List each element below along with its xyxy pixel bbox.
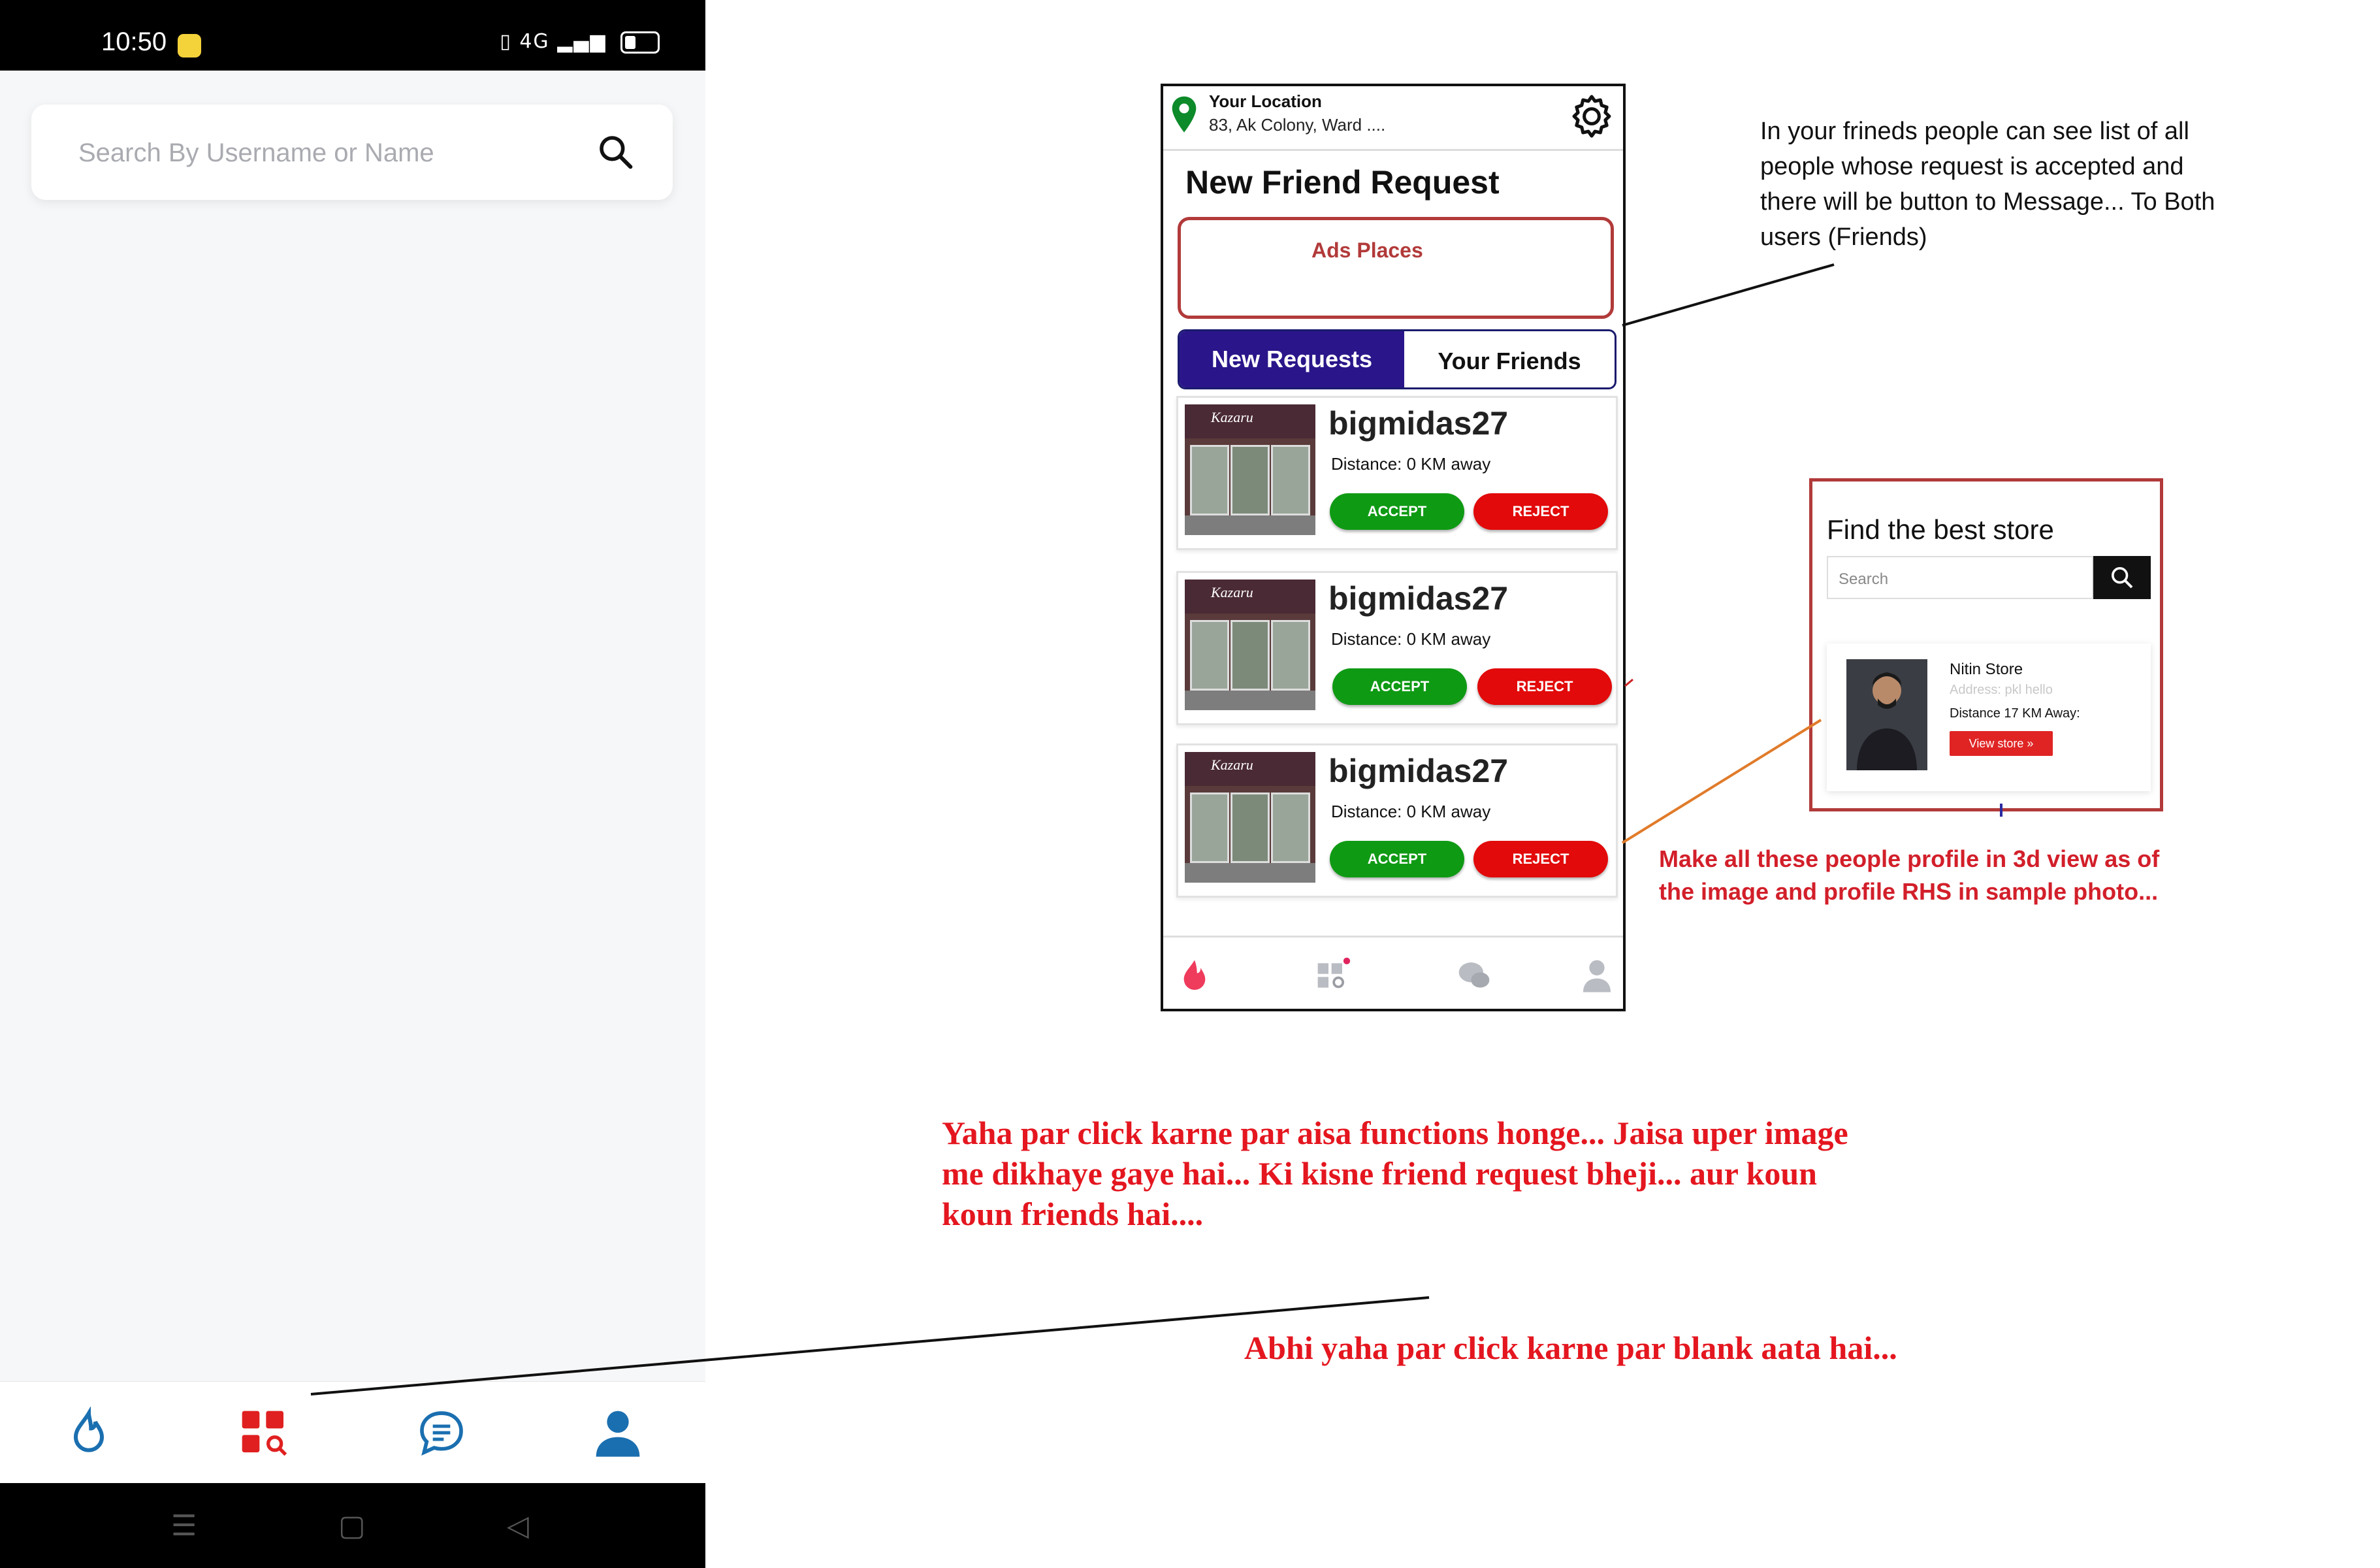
- request-distance: Distance: 0 KM away: [1331, 802, 1491, 821]
- location-address[interactable]: 83, Ak Colony, Ward ....: [1209, 115, 1385, 135]
- tab-bar: New Requests Your Friends: [1178, 329, 1616, 389]
- system-nav-bar: ☰ ▢ ◁: [0, 1483, 705, 1568]
- reject-button[interactable]: REJECT: [1473, 493, 1608, 530]
- store-search-input[interactable]: Search: [1827, 556, 2093, 599]
- gear-icon[interactable]: [1567, 91, 1616, 141]
- search-placeholder: Search By Username or Name: [78, 139, 434, 167]
- store-thumbnail: Kazaru: [1185, 752, 1315, 883]
- thumb-floor: [1185, 515, 1315, 535]
- thumb-floor: [1185, 863, 1315, 883]
- network-type-icon: 4G: [519, 30, 550, 53]
- status-icons: ▯ 4G ▂▄▆: [500, 30, 660, 54]
- thumb-window: [1230, 792, 1270, 863]
- store-distance: Distance 17 KM Away:: [1950, 706, 2080, 721]
- bottom-nav: [0, 1381, 705, 1484]
- request-username[interactable]: bigmidas27: [1328, 752, 1508, 790]
- grid-search-icon[interactable]: [1315, 957, 1351, 994]
- request-username[interactable]: bigmidas27: [1328, 404, 1508, 442]
- search-icon[interactable]: [597, 133, 634, 170]
- friends-annotation: In your frineds people can see list of a…: [1760, 118, 2215, 251]
- request-distance: Distance: 0 KM away: [1331, 454, 1491, 474]
- ads-label: Ads Places: [1311, 238, 1423, 262]
- user-icon[interactable]: [592, 1407, 644, 1459]
- friends-pointer-line: [1622, 263, 1835, 327]
- grid-search-icon[interactable]: [238, 1407, 290, 1459]
- page-title: New Friend Request: [1185, 164, 1500, 201]
- thumb-window: [1190, 792, 1229, 863]
- thumb-sign: Kazaru: [1185, 404, 1315, 438]
- thumb-window: [1271, 620, 1310, 691]
- thumb-sign: Kazaru: [1185, 752, 1315, 786]
- store-name: Nitin Store: [1950, 661, 2023, 678]
- thumb-window: [1271, 792, 1310, 863]
- mockup-bottom-nav: [1163, 936, 1623, 1009]
- back-nav-icon[interactable]: ◁: [507, 1509, 529, 1543]
- mockup-screen: Your Location 83, Ak Colony, Ward .... N…: [1161, 84, 1626, 1011]
- flame-icon[interactable]: [63, 1407, 115, 1459]
- blank-annotation: Abhi yaha par click karne par blank aata…: [1244, 1330, 1897, 1366]
- tab-your-friends[interactable]: Your Friends: [1404, 331, 1615, 387]
- thumb-window: [1230, 445, 1270, 515]
- request-username[interactable]: bigmidas27: [1328, 580, 1508, 617]
- view-store-button[interactable]: View store »: [1950, 731, 2053, 756]
- store-search-button[interactable]: [2093, 556, 2151, 599]
- profile-annotation: Make all these people profile in 3d view…: [1659, 845, 2160, 905]
- thumb-floor: [1185, 691, 1315, 710]
- ads-placeholder: Ads Places: [1178, 217, 1614, 319]
- flame-icon[interactable]: [1176, 957, 1213, 994]
- store-search-placeholder: Search: [1839, 570, 1889, 588]
- thumb-window: [1230, 620, 1270, 691]
- phone-screen: 10:50 ▯ 4G ▂▄▆ Search By Username or Nam…: [0, 0, 705, 1568]
- location-title: Your Location: [1209, 91, 1322, 111]
- location-pin-icon: [1172, 96, 1197, 133]
- store-owner-photo: [1846, 659, 1927, 770]
- request-distance: Distance: 0 KM away: [1331, 629, 1491, 649]
- thumb-window: [1271, 445, 1310, 515]
- profile-pointer-line: [1621, 719, 1822, 844]
- search-input[interactable]: Search By Username or Name: [31, 105, 673, 200]
- thumb-window: [1190, 620, 1229, 691]
- thumb-sign: Kazaru: [1185, 580, 1315, 613]
- menu-nav-icon[interactable]: ☰: [171, 1509, 197, 1543]
- store-sample-card: Find the best store Search Nitin Store A…: [1809, 478, 2163, 811]
- battery-icon: [620, 31, 660, 54]
- location-header: Your Location 83, Ak Colony, Ward ....: [1163, 86, 1623, 151]
- accept-button[interactable]: ACCEPT: [1330, 841, 1464, 877]
- store-result-card: Nitin Store Address: pkl hello Distance …: [1827, 644, 2151, 791]
- chat-icon[interactable]: [415, 1407, 468, 1459]
- user-icon[interactable]: [1579, 957, 1615, 994]
- vibrate-icon: ▯: [500, 30, 512, 53]
- chat-bubbles-icon[interactable]: [1456, 957, 1492, 994]
- person-photo: [1846, 659, 1927, 770]
- friend-request-card: Kazaru bigmidas27 Distance: 0 KM away AC…: [1176, 396, 1618, 550]
- notification-app-icon: [178, 34, 201, 57]
- reject-button[interactable]: REJECT: [1473, 841, 1608, 877]
- store-sample-title: Find the best store: [1827, 514, 2054, 545]
- search-icon: [2112, 567, 2133, 589]
- home-nav-icon[interactable]: ▢: [338, 1509, 366, 1543]
- friend-request-card: Kazaru bigmidas27 Distance: 0 KM away AC…: [1176, 571, 1618, 725]
- accept-button[interactable]: ACCEPT: [1332, 668, 1467, 705]
- store-thumbnail: Kazaru: [1185, 580, 1315, 710]
- tab-new-requests[interactable]: New Requests: [1180, 331, 1404, 387]
- friend-request-card: Kazaru bigmidas27 Distance: 0 KM away AC…: [1176, 743, 1618, 898]
- status-bar: 10:50 ▯ 4G ▂▄▆: [0, 0, 705, 71]
- status-time: 10:50: [101, 27, 167, 56]
- small-red-tick: [1624, 678, 1633, 687]
- store-address: Address: pkl hello: [1950, 683, 2053, 697]
- signal-icon: ▂▄▆: [557, 30, 607, 53]
- function-annotation: Yaha par click karne par aisa functions …: [942, 1115, 1848, 1232]
- thumb-window: [1190, 445, 1229, 515]
- store-thumbnail: Kazaru: [1185, 404, 1315, 535]
- reject-button[interactable]: REJECT: [1477, 668, 1612, 705]
- accept-button[interactable]: ACCEPT: [1330, 493, 1464, 530]
